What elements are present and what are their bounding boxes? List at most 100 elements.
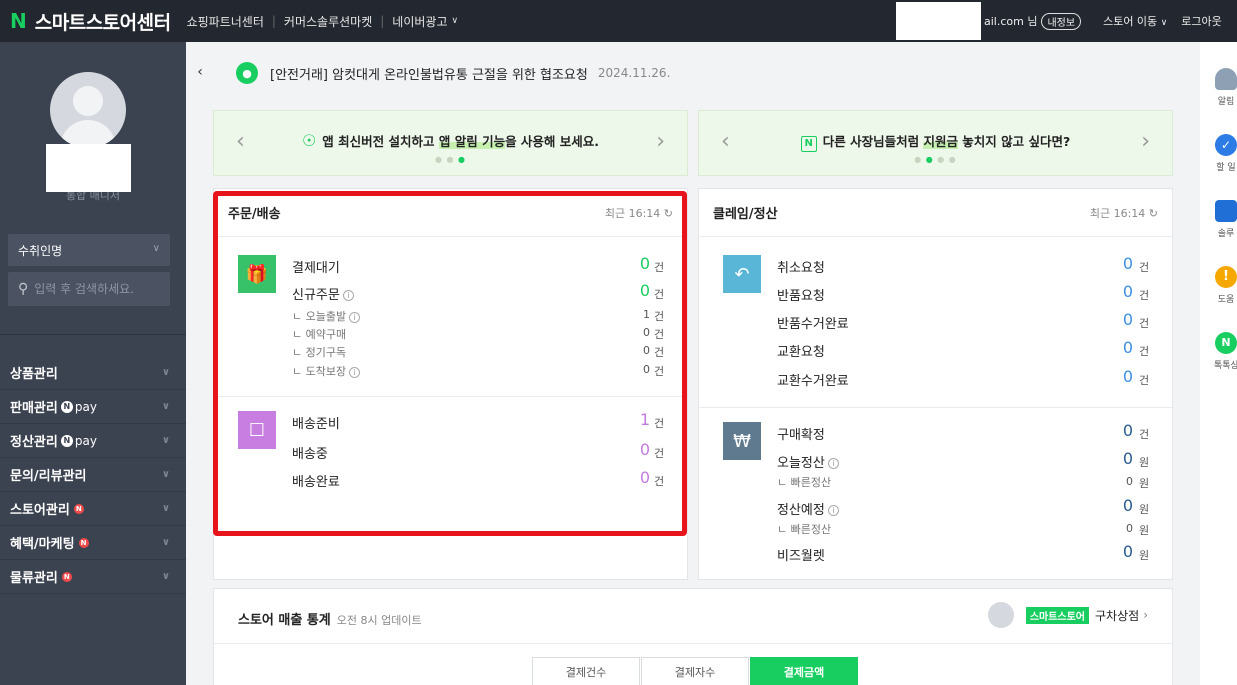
store-move-button[interactable]: 스토어 이동 ∨ — [1103, 13, 1167, 29]
settle-subrow-label[interactable]: ㄴ 빠른정산 — [777, 521, 831, 537]
new-badge: N — [78, 537, 89, 548]
settle-subrow-count[interactable]: 0 — [1103, 522, 1133, 535]
banner-text: N 다른 사장님들처럼 지원금 놓치지 않고 싶다면? — [699, 131, 1172, 152]
search-input[interactable] — [34, 282, 165, 296]
redacted-email-box — [896, 2, 981, 40]
nav-naver-ads[interactable]: 네이버광고 — [392, 13, 447, 30]
claim-row-count[interactable]: 0 — [1103, 282, 1133, 301]
my-info-button[interactable]: 내정보 — [1041, 12, 1082, 30]
unit-label: 건 — [1139, 261, 1150, 274]
chevron-down-icon: ∨ — [161, 537, 170, 548]
avatar-head — [73, 86, 103, 116]
stats-update-time: 오전 8시 업데이트 — [336, 614, 422, 627]
rail-item-help[interactable]: ! 도움 — [1214, 266, 1237, 305]
nav-commerce-market[interactable]: 커머스솔루션마켓 — [284, 13, 372, 30]
stats-divider — [214, 643, 1172, 644]
tab-payment-count[interactable]: 결제건수 — [532, 657, 640, 685]
notice-text[interactable]: [안전거래] 암컷대게 온라인불법유통 근절을 위한 협조요청 — [270, 64, 588, 83]
chevron-down-icon: ∨ — [161, 503, 170, 514]
sidebar-collapse-button[interactable]: ‹ — [186, 42, 214, 102]
claim-row-label[interactable]: 반품요청 — [777, 285, 825, 304]
sidebar-divider — [0, 334, 186, 335]
search-field[interactable]: ⚲ — [8, 272, 170, 306]
stats-title: 스토어 매출 통계 오전 8시 업데이트 — [238, 613, 422, 628]
settle-row-label[interactable]: 구매확정 — [777, 424, 825, 443]
banner-subsidy[interactable]: ‹ N 다른 사장님들처럼 지원금 놓치지 않고 싶다면? ● ● ● ● › — [698, 110, 1173, 176]
chevron-down-icon: ∨ — [1160, 18, 1168, 28]
settle-row-count[interactable]: 0 — [1103, 496, 1133, 515]
settle-row-label[interactable]: 비즈월렛 — [777, 545, 825, 564]
chevron-down-icon: ∨ — [161, 367, 170, 378]
unit-label: 건 — [1139, 289, 1150, 302]
npay-n-icon: N — [60, 434, 73, 447]
sidebar-item-label: 혜택/마케팅 — [10, 537, 75, 552]
avatar[interactable] — [50, 72, 126, 148]
search-type-value: 수취인명 — [18, 243, 63, 258]
store-selector[interactable]: 스마트스토어 구차상점 › — [987, 602, 1148, 628]
rail-item-todo[interactable]: ✓ 할 일 — [1214, 134, 1237, 173]
nav-separator: | — [271, 14, 276, 28]
section-divider — [699, 407, 1172, 408]
chevron-right-icon[interactable]: › — [656, 129, 665, 154]
settle-row-count[interactable]: 0 — [1103, 449, 1133, 468]
info-icon: i — [827, 505, 839, 516]
claim-row-label[interactable]: 교환수거완료 — [777, 370, 849, 389]
tab-payer-count[interactable]: 결제자수 — [641, 657, 749, 685]
claim-row-count[interactable]: 0 — [1103, 310, 1133, 329]
sidebar-item-logistics[interactable]: 물류관리 N ∨ — [0, 560, 186, 594]
search-type-select[interactable]: 수취인명 ∨ — [8, 234, 170, 266]
unit-label: 원 — [1139, 549, 1150, 562]
store-name[interactable]: 구차상점 — [1095, 607, 1139, 624]
sidebar-item-sales[interactable]: 판매관리 Npay ∨ — [0, 390, 186, 424]
chevron-down-icon: ∨ — [161, 435, 170, 446]
sidebar-item-inquiries[interactable]: 문의/리뷰관리 ∨ — [0, 458, 186, 492]
unit-label: 원 — [1139, 477, 1150, 490]
settle-row-count[interactable]: 0 — [1103, 421, 1133, 440]
card-title: 클레임/정산 — [713, 207, 778, 222]
exclamation-icon: ! — [1215, 266, 1237, 288]
unit-label: 건 — [1139, 374, 1150, 387]
rail-item-solution[interactable]: 솔루 — [1214, 200, 1237, 239]
sidebar-item-marketing[interactable]: 혜택/마케팅 N ∨ — [0, 526, 186, 560]
chevron-right-icon[interactable]: › — [1141, 129, 1150, 154]
sidebar-item-label: 정산관리 — [10, 435, 58, 450]
banner-app-alert[interactable]: ‹ ☉ 앱 최신버전 설치하고 앱 알림 기능을 사용해 보세요. ● ● ● › — [213, 110, 688, 176]
settle-subrow-label[interactable]: ㄴ 빠른정산 — [777, 474, 831, 490]
nav-shopping-partner[interactable]: 쇼핑파트너센터 — [187, 13, 264, 30]
sidebar-item-settlement[interactable]: 정산관리 Npay ∨ — [0, 424, 186, 458]
rail-item-talktalk[interactable]: N 톡톡상 — [1214, 332, 1237, 371]
claim-row-count[interactable]: 0 — [1103, 338, 1133, 357]
sidebar-item-store[interactable]: 스토어관리 N ∨ — [0, 492, 186, 526]
settle-row-count[interactable]: 0 — [1103, 542, 1133, 561]
carousel-dots: ● ● ● — [434, 155, 467, 164]
settle-row-label[interactable]: 오늘정산 i — [777, 452, 839, 471]
store-avatar — [987, 602, 1014, 628]
settle-row-label[interactable]: 정산예정 i — [777, 499, 839, 518]
sidebar-item-products[interactable]: 상품관리 ∨ — [0, 356, 186, 390]
bell-icon: ● — [236, 62, 258, 84]
naver-logo-icon[interactable]: N — [10, 9, 27, 33]
rail-item-alerts[interactable]: 알림 — [1214, 68, 1237, 107]
won-coin-icon: ₩ — [723, 422, 761, 460]
claim-row-count[interactable]: 0 — [1103, 367, 1133, 386]
unit-label: 건 — [1139, 428, 1150, 441]
settle-subrow-count[interactable]: 0 — [1103, 475, 1133, 488]
bell-icon: ☉ — [301, 131, 317, 150]
chevron-down-icon[interactable]: ∨ — [452, 16, 459, 26]
search-icon: ⚲ — [18, 281, 29, 297]
logout-button[interactable]: 로그아웃 — [1181, 13, 1221, 29]
refresh-button[interactable]: 최근 16:14 ↻ — [1090, 205, 1158, 221]
tab-payment-amount[interactable]: 결제금액 — [750, 657, 858, 685]
claim-row-label[interactable]: 교환요청 — [777, 341, 825, 360]
smartstore-tag: 스마트스토어 — [1025, 606, 1090, 624]
claim-row-label[interactable]: 취소요청 — [777, 257, 825, 276]
claim-row-label[interactable]: 반품수거완료 — [777, 313, 849, 332]
top-nav: 쇼핑파트너센터 | 커머스솔루션마켓 | 네이버광고 ∨ — [187, 13, 459, 30]
chevron-down-icon: ∨ — [161, 571, 170, 582]
claim-row-count[interactable]: 0 — [1103, 254, 1133, 273]
notice-bar[interactable]: ● [안전거래] 암컷대게 온라인불법유통 근절을 위한 협조요청 2024.1… — [236, 58, 670, 88]
unit-label: 건 — [1139, 345, 1150, 358]
app-title[interactable]: 스마트스토어센터 — [35, 8, 171, 35]
sidebar-menu: 상품관리 ∨ 판매관리 Npay ∨ 정산관리 Npay ∨ 문의/리뷰관리 ∨… — [0, 356, 186, 594]
bell-icon — [1215, 68, 1237, 90]
